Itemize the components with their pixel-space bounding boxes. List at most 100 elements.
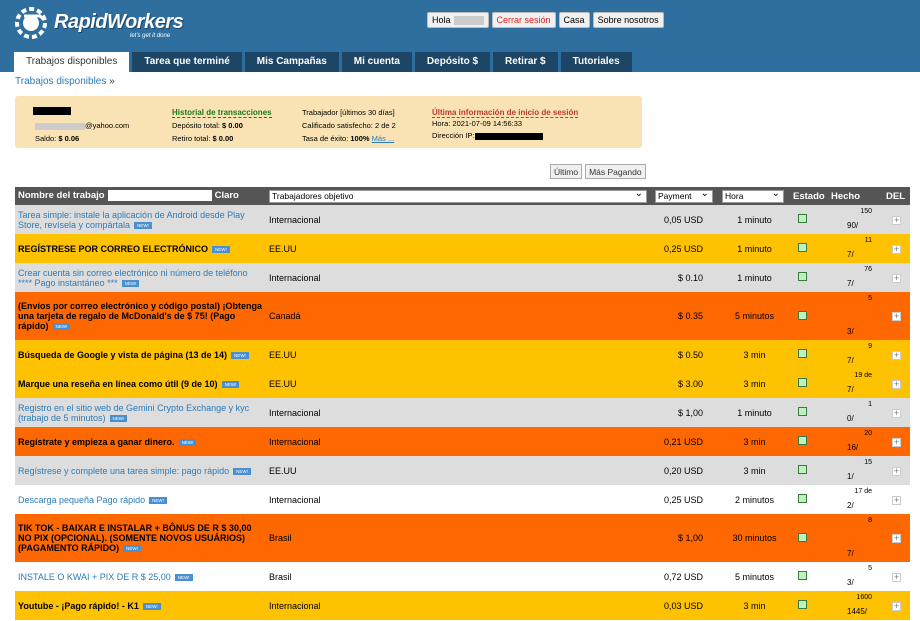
plus-icon[interactable]: +: [892, 379, 901, 389]
state-checkbox[interactable]: [798, 436, 807, 445]
plus-icon[interactable]: +: [892, 437, 901, 447]
target-cell: Internacional: [266, 485, 652, 514]
del-cell: +: [883, 485, 910, 514]
sort-latest-button[interactable]: Último: [550, 164, 583, 179]
state-checkbox[interactable]: [798, 349, 807, 358]
target-cell: Internacional: [266, 427, 652, 456]
table-row: INSTALE O KWAI + PIX DE R $ 25,00 NEW! Bra…: [15, 562, 910, 591]
about-button[interactable]: Sobre nosotros: [592, 12, 664, 28]
state-cell: [790, 234, 828, 263]
logout-button[interactable]: Cerrar sesión: [491, 12, 556, 28]
done-count: 7/: [847, 250, 854, 259]
breadcrumb-link[interactable]: Trabajos disponibles: [15, 76, 106, 87]
done-total: 17 de: [854, 488, 872, 495]
hour-cell: 5 minutos: [719, 292, 790, 340]
del-cell: +: [883, 456, 910, 485]
tab-tutorials[interactable]: Tutoriales: [560, 52, 632, 72]
new-badge: NEW!: [123, 545, 141, 553]
sort-top-paying-button[interactable]: Más Pagando: [585, 164, 646, 179]
done-count: 0/: [847, 414, 854, 423]
payment-cell: 0,20 USD: [652, 456, 719, 485]
plus-icon[interactable]: +: [892, 534, 901, 543]
target-cell: Brasil: [266, 562, 652, 591]
hour-cell: 3 min: [719, 591, 790, 620]
top-buttons: Hola Cerrar sesión Casa Sobre nosotros: [427, 12, 664, 28]
plus-icon[interactable]: +: [892, 572, 901, 582]
transaction-history-link[interactable]: Historial de transacciones: [172, 108, 272, 118]
state-checkbox[interactable]: [798, 600, 807, 609]
plus-icon[interactable]: +: [892, 466, 901, 476]
job-title-link[interactable]: Registro en el sitio web de Gemini Crypt…: [18, 403, 249, 423]
target-workers-select[interactable]: Trabajadores objetivo: [269, 188, 647, 203]
table-row: Registro en el sitio web de Gemini Crypt…: [15, 398, 910, 427]
payment-cell: 0,05 USD: [652, 205, 719, 234]
email-suffix: @yahoo.com: [85, 121, 130, 130]
new-badge: NEW!: [109, 414, 128, 422]
job-title-link[interactable]: Regístrese y complete una tarea simple: …: [18, 466, 229, 476]
plus-icon[interactable]: +: [892, 350, 901, 360]
target-cell: Internacional: [266, 398, 652, 427]
state-checkbox[interactable]: [798, 571, 807, 580]
plus-icon[interactable]: +: [892, 601, 901, 611]
plus-icon[interactable]: +: [892, 495, 901, 505]
tab-available-jobs[interactable]: Trabajos disponibles: [14, 52, 130, 72]
job-title-link[interactable]: Regístrate y empieza a ganar dinero.: [18, 437, 175, 447]
state-checkbox[interactable]: [798, 214, 807, 223]
table-row: Crear cuenta sin correo electrónico ni n…: [15, 263, 910, 292]
payment-cell: 0,21 USD: [652, 427, 719, 456]
new-badge: NEW!: [221, 380, 240, 388]
job-title-link[interactable]: Búsqueda de Google y vista de página (13…: [18, 350, 227, 360]
more-link[interactable]: Más ...: [372, 134, 395, 143]
job-title-link[interactable]: Marque una reseña en línea como útil (9 …: [18, 379, 218, 389]
job-title-link[interactable]: INSTALE O KWAI + PIX DE R $ 25,00: [18, 572, 171, 582]
plus-icon[interactable]: +: [892, 244, 901, 254]
payment-select[interactable]: Payment: [655, 188, 713, 203]
state-checkbox[interactable]: [798, 532, 807, 542]
job-title-link[interactable]: Tarea simple: instale la aplicación de A…: [18, 210, 245, 230]
tab-withdraw[interactable]: Retirar $: [493, 52, 558, 72]
home-button[interactable]: Casa: [558, 12, 590, 28]
plus-icon[interactable]: +: [892, 408, 901, 418]
clear-filter-button[interactable]: Claro: [215, 191, 239, 202]
job-title-link[interactable]: Descarga pequeña Pago rápido: [18, 495, 145, 505]
hello-user-button[interactable]: Hola: [427, 12, 489, 28]
tab-deposit[interactable]: Depósito $: [414, 52, 491, 72]
plus-icon[interactable]: +: [892, 215, 901, 225]
done-header: Hecho: [828, 187, 883, 205]
job-title-link[interactable]: REGÍSTRESE POR CORREO ELECTRÓNICO: [18, 244, 208, 254]
table-row: Regístrese y complete una tarea simple: …: [15, 456, 910, 485]
plus-icon[interactable]: +: [892, 312, 901, 321]
tab-finished-tasks[interactable]: Tarea que terminé: [132, 52, 242, 72]
success-rate: Tasa de éxito: 100% Más ...: [302, 134, 394, 143]
done-cell: 15 1/: [828, 456, 883, 485]
ip-label: Dirección IP:: [432, 131, 475, 140]
job-cell: Marque una reseña en línea como útil (9 …: [15, 369, 266, 398]
state-checkbox[interactable]: [798, 465, 807, 474]
done-count: 2/: [847, 501, 854, 510]
job-name-filter-input[interactable]: [107, 190, 212, 202]
table-row: Búsqueda de Google y vista de página (13…: [15, 340, 910, 369]
logo[interactable]: RapidWorkers let's get it done: [14, 6, 189, 42]
hour-cell: 30 minutos: [719, 514, 790, 562]
plus-icon[interactable]: +: [892, 273, 901, 283]
state-checkbox[interactable]: [798, 494, 807, 503]
state-checkbox[interactable]: [798, 378, 807, 387]
withdraw-value: $ 0.00: [212, 134, 234, 143]
gear-logo-icon: [15, 7, 47, 39]
target-cell: Brasil: [266, 514, 652, 562]
payment-cell: $ 0.10: [652, 263, 719, 292]
hour-select[interactable]: Hora: [722, 188, 784, 203]
breadcrumb: Trabajos disponibles »: [15, 76, 115, 87]
tab-my-account[interactable]: Mi cuenta: [341, 52, 412, 72]
job-title-link[interactable]: Youtube - ¡Pago rápido! - K1: [18, 601, 139, 611]
new-badge: NEW!: [134, 221, 152, 229]
done-total: 19 de: [854, 372, 872, 379]
del-cell: +: [883, 292, 910, 340]
state-checkbox[interactable]: [798, 407, 807, 416]
tab-my-campaigns[interactable]: Mis Campañas: [244, 52, 339, 72]
state-checkbox[interactable]: [798, 243, 807, 252]
state-checkbox[interactable]: [798, 310, 807, 320]
table-row: Descarga pequeña Pago rápido NEW! Internac…: [15, 485, 910, 514]
state-checkbox[interactable]: [798, 272, 807, 281]
new-badge: NEW!: [149, 496, 167, 504]
